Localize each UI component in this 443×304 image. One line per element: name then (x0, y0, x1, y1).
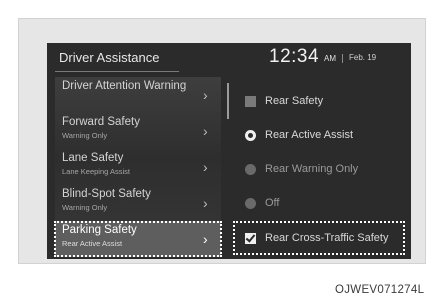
option-label: Rear Active Assist (265, 129, 354, 141)
radio-icon[interactable] (245, 130, 256, 141)
menu-item-sublabel: Warning Only (62, 203, 108, 212)
radio-icon[interactable] (245, 164, 256, 175)
chevron-right-icon: › (203, 87, 208, 103)
menu-item-forward-safety[interactable]: Forward Safety Warning Only › (55, 113, 221, 149)
page-title: Driver Assistance (59, 50, 160, 65)
infotainment-screen: Driver Assistance 12:34 AM Feb. 19 Drive… (47, 43, 411, 259)
chevron-right-icon: › (203, 159, 208, 175)
header-date: Feb. 19 (349, 53, 377, 62)
option-label: Off (265, 197, 280, 209)
menu-item-driver-attention-warning[interactable]: Driver Attention Warning › (55, 77, 221, 113)
option-off[interactable]: Off (233, 188, 405, 220)
menu-item-label: Forward Safety (62, 116, 140, 128)
chevron-right-icon: › (203, 123, 208, 139)
menu-item-lane-safety[interactable]: Lane Safety Lane Keeping Assist › (55, 149, 221, 185)
option-rear-active-assist[interactable]: Rear Active Assist (233, 120, 405, 152)
clock-ampm: AM (324, 54, 336, 63)
option-rear-warning-only[interactable]: Rear Warning Only (233, 154, 405, 186)
menu-item-label: Driver Attention Warning (62, 80, 187, 92)
option-label: Rear Safety (265, 95, 324, 107)
menu-item-label: Blind-Spot Safety (62, 188, 151, 200)
chevron-right-icon: › (203, 195, 208, 211)
menu-item-blind-spot-safety[interactable]: Blind-Spot Safety Warning Only › (55, 185, 221, 221)
checkbox-icon[interactable] (245, 96, 256, 107)
option-rear-safety[interactable]: Rear Safety (233, 86, 405, 118)
menu-item-label: Lane Safety (62, 152, 124, 164)
option-label: Rear Warning Only (265, 163, 359, 175)
header-separator (342, 54, 343, 63)
highlight-parking-safety (54, 221, 222, 257)
menu-item-sublabel: Warning Only (62, 131, 108, 140)
radio-icon[interactable] (245, 198, 256, 209)
scroll-indicator[interactable] (227, 83, 229, 119)
highlight-rear-cross-traffic (233, 221, 405, 255)
figure-code: OJWEV071274L (335, 284, 425, 296)
title-underline (55, 71, 179, 72)
settings-menu: Driver Attention Warning › Forward Safet… (54, 77, 222, 257)
menu-item-sublabel: Lane Keeping Assist (62, 167, 130, 176)
clock-time: 12:34 (269, 46, 320, 67)
